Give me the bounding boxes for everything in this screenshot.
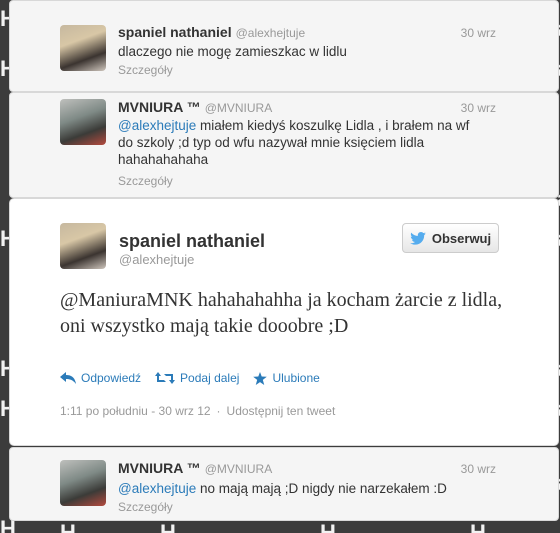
retweet-action[interactable]: Podaj dalej xyxy=(155,371,239,385)
mention-link[interactable]: @alexhejtuje xyxy=(118,118,196,133)
retweet-icon xyxy=(155,372,176,384)
favorite-action[interactable]: Ulubione xyxy=(253,371,320,385)
avatar[interactable] xyxy=(60,223,106,269)
bg-letter: H xyxy=(60,520,77,533)
bg-letter: H xyxy=(320,520,337,533)
tweet-text: @ManiuraMNK hahahahahha ja kocham żarcie… xyxy=(60,289,503,337)
tweet-actions: Odpowiedź Podaj dalej Ulubione xyxy=(60,371,320,385)
tweet-author-name[interactable]: spaniel nathaniel xyxy=(119,231,265,252)
details-link[interactable]: Szczegóły xyxy=(118,174,173,188)
reply-time[interactable]: 30 wrz xyxy=(461,462,496,476)
tweet-timestamp[interactable]: 1:11 po południu - 30 wrz 12 xyxy=(60,404,211,418)
reply-time[interactable]: 30 wrz xyxy=(461,101,496,115)
reply-author-handle[interactable]: @MVNIURA xyxy=(205,462,273,476)
favorite-label: Ulubione xyxy=(272,371,320,385)
reply-tweet[interactable]: MVNIURA ™ @MVNIURA 30 wrz @alexhejtuje mi… xyxy=(9,92,559,198)
avatar[interactable] xyxy=(60,25,106,71)
follow-button[interactable]: Obserwuj xyxy=(402,223,499,253)
mention-link[interactable]: @alexhejtuje xyxy=(118,481,196,496)
reply-text: @alexhejtuje miałem kiedyś koszulkę Lidl… xyxy=(118,117,478,168)
main-tweet: spaniel nathaniel @alexhejtuje Obserwuj … xyxy=(9,198,559,446)
reply-author-handle[interactable]: @alexhejtuje xyxy=(236,26,306,40)
details-link[interactable]: Szczegóły xyxy=(118,63,173,77)
reply-body: no mają mają ;D nigdy nie narzekałem :D xyxy=(196,481,447,496)
avatar[interactable] xyxy=(60,460,106,506)
reply-arrow-icon xyxy=(60,372,76,384)
tweet-author-handle[interactable]: @alexhejtuje xyxy=(119,252,194,267)
reply-label: Odpowiedź xyxy=(81,371,142,385)
reply-action[interactable]: Odpowiedź xyxy=(60,371,141,385)
details-link[interactable]: Szczegóły xyxy=(118,500,173,514)
reply-author-handle[interactable]: @MVNIURA xyxy=(205,101,273,115)
twitter-bird-icon xyxy=(410,231,426,245)
tweet-meta: 1:11 po południu - 30 wrz 12 · Udostępnij … xyxy=(60,404,336,418)
reply-tweet[interactable]: MVNIURA ™ @MVNIURA 30 wrz @alexhejtuje no… xyxy=(9,447,559,521)
retweet-label: Podaj dalej xyxy=(180,371,240,385)
avatar[interactable] xyxy=(60,99,106,145)
bg-letter: H xyxy=(160,520,177,533)
follow-label: Obserwuj xyxy=(431,230,492,246)
reply-text: @alexhejtuje no mają mają ;D nigdy nie n… xyxy=(118,480,478,497)
star-icon xyxy=(253,371,268,385)
reply-tweet[interactable]: spaniel nathaniel @alexhejtuje 30 wrz dla… xyxy=(9,0,559,92)
reply-text: dlaczego nie mogę zamieszkac w lidlu xyxy=(118,44,347,59)
bg-letter: H xyxy=(470,520,487,533)
reply-time[interactable]: 30 wrz xyxy=(461,26,496,40)
reply-author-name[interactable]: MVNIURA ™ xyxy=(118,99,201,115)
reply-author-name[interactable]: MVNIURA ™ xyxy=(118,460,201,476)
reply-author-name[interactable]: spaniel nathaniel xyxy=(118,24,232,40)
share-link[interactable]: Udostępnij ten tweet xyxy=(227,404,336,418)
